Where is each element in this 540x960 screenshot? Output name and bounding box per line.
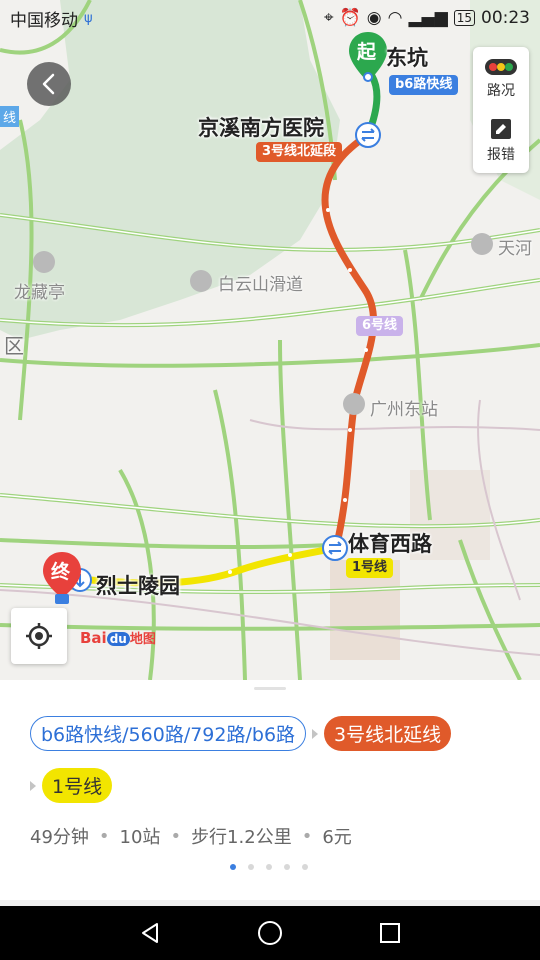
circle-home-icon [258,921,282,945]
line-tag-3: 3号线北延段 [256,142,343,162]
place-longcang: 龙藏亭 [14,283,65,303]
segment-metro3: 3号线北延线 [324,716,452,751]
baidu-map-route-screen: 起 东坑 b6路快线 京溪南方医院 3号线北延段 6号线 体育西路 1号线 烈士… [0,0,540,960]
arrow-right-icon [30,780,36,791]
fare: 6元 [322,827,352,848]
report-label: 报错 [487,147,515,163]
battery-level: 15 [456,11,472,25]
station-start-name: 东坑 [386,46,428,70]
end-marker[interactable]: 终 [40,550,84,610]
clock: 00:23 [481,8,530,28]
locate-icon [26,623,52,649]
start-marker[interactable]: 起 [346,30,390,88]
map-view[interactable]: 起 东坑 b6路快线 京溪南方医院 3号线北延段 6号线 体育西路 1号线 烈士… [0,0,540,680]
usb-icon: ψ [84,10,93,26]
station-transfer1-name: 京溪南方医院 [198,116,324,140]
page-dot[interactable] [284,864,290,870]
place-district: 区 [4,334,24,358]
place-line-fragment: 线 [0,106,20,127]
station-transfer2-name: 体育西路 [348,532,432,556]
segment-bus: b6路快线/560路/792路/b6路 [30,716,307,751]
line-tag-b6: b6路快线 [389,75,459,95]
square-recents-icon [380,923,400,943]
alarm-icon: ⏰ [339,8,361,28]
edit-icon [491,119,511,139]
report-button[interactable]: 报错 [473,111,529,171]
signal-icon: ▂▄▆ [408,8,448,28]
line-tag-1: 1号线 [346,558,394,578]
separator: • [98,825,110,847]
page-indicator[interactable] [230,864,308,870]
nav-recents-button[interactable] [370,913,410,953]
page-dot[interactable] [266,864,272,870]
page-dot[interactable] [248,864,254,870]
battery-icon: 15 [453,10,475,26]
traffic-light-icon [485,59,517,75]
segment-metro1: 1号线 [42,768,113,803]
start-badge: 起 [357,41,377,63]
walk-distance: 步行1.2公里 [191,827,292,848]
end-badge: 终 [51,561,71,583]
arrow-right-icon [312,728,319,739]
stop-count: 10站 [119,827,161,848]
eye-icon: ◉ [366,8,382,28]
map-tools-panel: 路况 报错 [473,47,529,173]
route-segments-row-1: b6路快线/560路/792路/b6路 3号线北延线 [30,716,452,751]
page-dot[interactable] [230,864,236,870]
carrier-name: 中国移动 [10,10,78,31]
status-bar: 中国移动 ψ ⌖ ⏰ ◉ ◠ ▂▄▆ 15 00:23 [0,0,540,36]
wifi-icon: ◠ [387,8,403,28]
traffic-button[interactable]: 路况 [473,49,529,109]
baidu-map-logo: Bai du 地图 [80,628,156,647]
logo-ditu: 地图 [129,632,156,647]
place-gz-east: 广州东站 [370,400,438,420]
duration: 49分钟 [30,827,89,848]
nav-home-button[interactable] [250,913,290,953]
drag-handle[interactable] [254,687,286,690]
page-dot[interactable] [302,864,308,870]
separator: • [301,825,313,847]
triangle-back-icon [142,923,158,943]
status-icons: ⌖ ⏰ ◉ ◠ ▂▄▆ 15 00:23 [324,8,530,28]
location-icon: ⌖ [324,8,334,28]
station-end-name: 烈士陵园 [96,574,180,598]
locate-button[interactable] [11,608,67,664]
route-card[interactable]: b6路快线/560路/792路/b6路 3号线北延线 1号线 49分钟 • 10… [0,680,540,900]
place-baiyun: 白云山滑道 [218,275,303,295]
place-tianhe: 天河 [498,239,532,259]
logo-bai: Bai [80,629,107,647]
logo-du: du [106,632,130,646]
back-button[interactable] [27,62,71,106]
traffic-label: 路况 [487,83,515,99]
system-nav-bar [0,906,540,960]
separator: • [170,825,182,847]
route-summary: 49分钟 • 10站 • 步行1.2公里 • 6元 [30,823,352,849]
route-segments-row-2: 1号线 [30,768,113,803]
nav-back-button[interactable] [130,913,170,953]
chevron-left-icon [42,73,55,95]
line-tag-6: 6号线 [356,316,404,336]
